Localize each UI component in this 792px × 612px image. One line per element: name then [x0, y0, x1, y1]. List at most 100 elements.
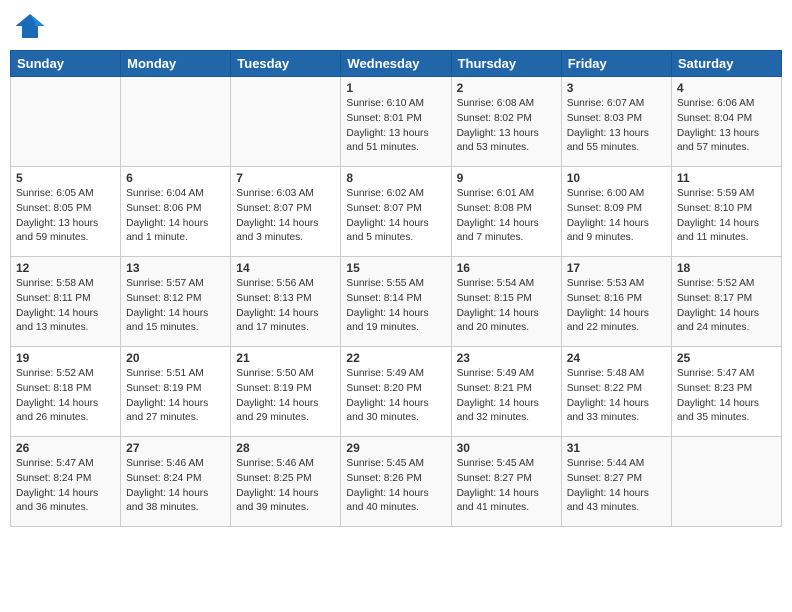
day-number: 16 — [457, 261, 556, 275]
calendar-cell: 23 Sunrise: 5:49 AM Sunset: 8:21 PM Dayli… — [451, 347, 561, 437]
day-info: Sunrise: 5:46 AM Sunset: 8:25 PM Dayligh… — [236, 457, 335, 516]
day-number: 20 — [126, 351, 225, 365]
day-info: Sunrise: 6:05 AM Sunset: 8:05 PM Dayligh… — [16, 187, 115, 246]
day-number: 26 — [16, 441, 115, 455]
day-number: 4 — [677, 81, 776, 95]
calendar-cell: 28 Sunrise: 5:46 AM Sunset: 8:25 PM Dayli… — [231, 437, 341, 527]
day-info: Sunrise: 5:49 AM Sunset: 8:21 PM Dayligh… — [457, 367, 556, 426]
day-number: 29 — [346, 441, 445, 455]
calendar-cell: 24Sunrise: 5:48 AM Sunset: 8:22 PM Dayli… — [561, 347, 671, 437]
calendar-cell: 2 Sunrise: 6:08 AM Sunset: 8:02 PM Daylig… — [451, 77, 561, 167]
day-number: 3 — [567, 81, 666, 95]
day-info: Sunrise: 6:08 AM Sunset: 8:02 PM Dayligh… — [457, 97, 556, 156]
weekday-header-sunday: Sunday — [11, 51, 121, 77]
calendar-body: 1 Sunrise: 6:10 AM Sunset: 8:01 PM Daylig… — [11, 77, 782, 527]
calendar-cell: 6 Sunrise: 6:04 AM Sunset: 8:06 PM Daylig… — [121, 167, 231, 257]
page-header — [10, 10, 782, 42]
calendar-week-row: 26 Sunrise: 5:47 AM Sunset: 8:24 PM Dayli… — [11, 437, 782, 527]
calendar-cell: 19 Sunrise: 5:52 AM Sunset: 8:18 PM Dayli… — [11, 347, 121, 437]
calendar-cell — [231, 77, 341, 167]
day-info: Sunrise: 5:47 AM Sunset: 8:23 PM Dayligh… — [677, 367, 776, 426]
day-number: 14 — [236, 261, 335, 275]
calendar-table: SundayMondayTuesdayWednesdayThursdayFrid… — [10, 50, 782, 527]
day-number: 6 — [126, 171, 225, 185]
day-number: 1 — [346, 81, 445, 95]
calendar-cell: 12Sunrise: 5:58 AM Sunset: 8:11 PM Dayli… — [11, 257, 121, 347]
day-info: Sunrise: 5:48 AM Sunset: 8:22 PM Dayligh… — [567, 367, 666, 426]
calendar-cell: 7 Sunrise: 6:03 AM Sunset: 8:07 PM Daylig… — [231, 167, 341, 257]
day-info: Sunrise: 6:06 AM Sunset: 8:04 PM Dayligh… — [677, 97, 776, 156]
calendar-cell: 3Sunrise: 6:07 AM Sunset: 8:03 PM Daylig… — [561, 77, 671, 167]
calendar-week-row: 5 Sunrise: 6:05 AM Sunset: 8:05 PM Daylig… — [11, 167, 782, 257]
calendar-cell: 16 Sunrise: 5:54 AM Sunset: 8:15 PM Dayli… — [451, 257, 561, 347]
calendar-cell: 29 Sunrise: 5:45 AM Sunset: 8:26 PM Dayli… — [341, 437, 451, 527]
day-number: 5 — [16, 171, 115, 185]
calendar-cell: 21Sunrise: 5:50 AM Sunset: 8:19 PM Dayli… — [231, 347, 341, 437]
day-info: Sunrise: 5:53 AM Sunset: 8:16 PM Dayligh… — [567, 277, 666, 336]
day-info: Sunrise: 6:00 AM Sunset: 8:09 PM Dayligh… — [567, 187, 666, 246]
day-info: Sunrise: 5:47 AM Sunset: 8:24 PM Dayligh… — [16, 457, 115, 516]
day-number: 12 — [16, 261, 115, 275]
day-number: 8 — [346, 171, 445, 185]
day-info: Sunrise: 5:54 AM Sunset: 8:15 PM Dayligh… — [457, 277, 556, 336]
day-info: Sunrise: 5:44 AM Sunset: 8:27 PM Dayligh… — [567, 457, 666, 516]
day-info: Sunrise: 6:10 AM Sunset: 8:01 PM Dayligh… — [346, 97, 445, 156]
logo-icon — [14, 10, 46, 42]
day-number: 13 — [126, 261, 225, 275]
calendar-cell: 25 Sunrise: 5:47 AM Sunset: 8:23 PM Dayli… — [671, 347, 781, 437]
day-number: 7 — [236, 171, 335, 185]
calendar-cell: 11Sunrise: 5:59 AM Sunset: 8:10 PM Dayli… — [671, 167, 781, 257]
day-info: Sunrise: 6:03 AM Sunset: 8:07 PM Dayligh… — [236, 187, 335, 246]
calendar-cell: 18Sunrise: 5:52 AM Sunset: 8:17 PM Dayli… — [671, 257, 781, 347]
day-info: Sunrise: 5:59 AM Sunset: 8:10 PM Dayligh… — [677, 187, 776, 246]
calendar-cell — [11, 77, 121, 167]
calendar-cell: 17Sunrise: 5:53 AM Sunset: 8:16 PM Dayli… — [561, 257, 671, 347]
day-number: 25 — [677, 351, 776, 365]
calendar-cell: 30 Sunrise: 5:45 AM Sunset: 8:27 PM Dayli… — [451, 437, 561, 527]
calendar-cell: 22 Sunrise: 5:49 AM Sunset: 8:20 PM Dayli… — [341, 347, 451, 437]
calendar-cell: 31 Sunrise: 5:44 AM Sunset: 8:27 PM Dayli… — [561, 437, 671, 527]
day-number: 15 — [346, 261, 445, 275]
calendar-cell — [671, 437, 781, 527]
day-number: 27 — [126, 441, 225, 455]
day-number: 18 — [677, 261, 776, 275]
day-info: Sunrise: 5:57 AM Sunset: 8:12 PM Dayligh… — [126, 277, 225, 336]
day-number: 19 — [16, 351, 115, 365]
day-number: 2 — [457, 81, 556, 95]
weekday-header-row: SundayMondayTuesdayWednesdayThursdayFrid… — [11, 51, 782, 77]
day-number: 28 — [236, 441, 335, 455]
calendar-cell: 14Sunrise: 5:56 AM Sunset: 8:13 PM Dayli… — [231, 257, 341, 347]
day-number: 9 — [457, 171, 556, 185]
day-number: 30 — [457, 441, 556, 455]
calendar-cell: 27 Sunrise: 5:46 AM Sunset: 8:24 PM Dayli… — [121, 437, 231, 527]
day-info: Sunrise: 6:04 AM Sunset: 8:06 PM Dayligh… — [126, 187, 225, 246]
weekday-header-friday: Friday — [561, 51, 671, 77]
day-info: Sunrise: 5:45 AM Sunset: 8:26 PM Dayligh… — [346, 457, 445, 516]
calendar-cell: 13 Sunrise: 5:57 AM Sunset: 8:12 PM Dayli… — [121, 257, 231, 347]
day-info: Sunrise: 5:45 AM Sunset: 8:27 PM Dayligh… — [457, 457, 556, 516]
day-info: Sunrise: 6:01 AM Sunset: 8:08 PM Dayligh… — [457, 187, 556, 246]
weekday-header-thursday: Thursday — [451, 51, 561, 77]
calendar-week-row: 19 Sunrise: 5:52 AM Sunset: 8:18 PM Dayli… — [11, 347, 782, 437]
weekday-header-tuesday: Tuesday — [231, 51, 341, 77]
day-info: Sunrise: 5:50 AM Sunset: 8:19 PM Dayligh… — [236, 367, 335, 426]
logo — [14, 10, 50, 42]
day-number: 22 — [346, 351, 445, 365]
day-number: 23 — [457, 351, 556, 365]
calendar-week-row: 1 Sunrise: 6:10 AM Sunset: 8:01 PM Daylig… — [11, 77, 782, 167]
calendar-cell: 5 Sunrise: 6:05 AM Sunset: 8:05 PM Daylig… — [11, 167, 121, 257]
day-number: 10 — [567, 171, 666, 185]
weekday-header-saturday: Saturday — [671, 51, 781, 77]
day-info: Sunrise: 5:52 AM Sunset: 8:18 PM Dayligh… — [16, 367, 115, 426]
calendar-cell: 1 Sunrise: 6:10 AM Sunset: 8:01 PM Daylig… — [341, 77, 451, 167]
calendar-cell: 26 Sunrise: 5:47 AM Sunset: 8:24 PM Dayli… — [11, 437, 121, 527]
day-number: 31 — [567, 441, 666, 455]
calendar-cell: 10 Sunrise: 6:00 AM Sunset: 8:09 PM Dayli… — [561, 167, 671, 257]
calendar-cell: 15 Sunrise: 5:55 AM Sunset: 8:14 PM Dayli… — [341, 257, 451, 347]
calendar-cell — [121, 77, 231, 167]
weekday-header-monday: Monday — [121, 51, 231, 77]
day-info: Sunrise: 5:49 AM Sunset: 8:20 PM Dayligh… — [346, 367, 445, 426]
day-info: Sunrise: 5:55 AM Sunset: 8:14 PM Dayligh… — [346, 277, 445, 336]
weekday-header-wednesday: Wednesday — [341, 51, 451, 77]
day-info: Sunrise: 5:46 AM Sunset: 8:24 PM Dayligh… — [126, 457, 225, 516]
